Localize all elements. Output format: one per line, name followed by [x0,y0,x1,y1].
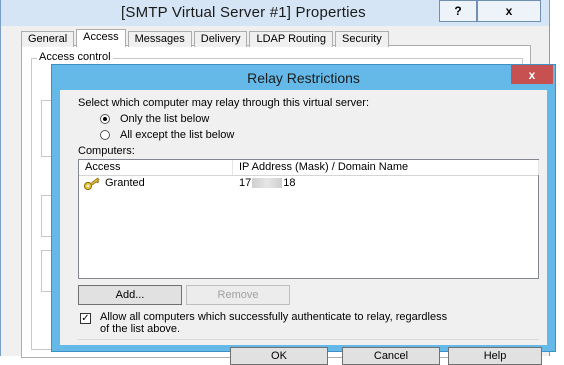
help-button[interactable]: Help [448,347,542,365]
remove-button[interactable]: Remove [186,285,290,305]
tab-messages[interactable]: Messages [127,31,192,47]
tab-security[interactable]: Security [335,31,389,47]
list-header: Access IP Address (Mask) / Domain Name [79,160,539,176]
radio-all-except[interactable] [100,130,110,140]
ok-button[interactable]: OK [230,347,328,365]
radio-except-label[interactable]: All except the list below [120,129,234,141]
close-icon: x [528,67,536,82]
dialog-title: Relay Restrictions [247,70,360,86]
column-header-ip[interactable]: IP Address (Mask) / Domain Name [233,160,539,175]
ip-suffix: 18 [283,177,296,189]
allow-auth-label-line2[interactable]: of the list above. [100,323,180,335]
tab-general[interactable]: General [21,31,75,47]
computers-label: Computers: [78,145,135,157]
parent-help-button[interactable]: ? [439,0,477,22]
tab-delivery[interactable]: Delivery [193,31,248,47]
add-button-label: Add... [115,289,145,301]
relay-prompt: Select which computer may relay through … [78,97,370,109]
row-ip-value: 17 18 [239,177,296,189]
help-button-label: Help [483,350,507,362]
cancel-button[interactable]: Cancel [342,347,440,365]
check-icon: ✓ [81,313,90,324]
ip-prefix: 17 [239,177,252,189]
parent-window-title: [SMTP Virtual Server #1] Properties [121,4,366,21]
radio-only-label[interactable]: Only the list below [120,113,209,125]
dialog-titlebar[interactable]: Relay Restrictions x [52,65,555,90]
help-icon: ? [454,4,462,18]
radio-only-list[interactable] [100,114,110,124]
relay-restrictions-dialog: Relay Restrictions x Select which comput… [51,64,556,365]
close-icon: x [505,4,513,18]
parent-close-button[interactable]: x [477,0,541,22]
redacted-ip-segment [252,178,283,189]
remove-button-label: Remove [217,289,259,301]
separator [78,339,539,340]
allow-auth-label-line1[interactable]: Allow all computers which successfully a… [100,311,545,323]
cancel-button-label: Cancel [373,350,409,362]
parent-titlebar[interactable]: [SMTP Virtual Server #1] Properties ? x [1,0,549,26]
column-header-access[interactable]: Access [79,160,233,175]
properties-tabs: General Access Messages Delivery LDAP Ro… [21,29,391,47]
ok-button-label: OK [271,350,287,362]
tab-access[interactable]: Access [76,29,126,47]
row-access-value: Granted [105,177,145,189]
dialog-close-button[interactable]: x [511,65,553,84]
tab-ldap-routing[interactable]: LDAP Routing [249,31,333,47]
key-icon [83,177,100,191]
list-item[interactable]: Granted 17 18 [79,176,538,191]
computers-list[interactable]: Access IP Address (Mask) / Domain Name G… [78,159,539,279]
add-button[interactable]: Add... [78,285,182,305]
access-control-label: Access control [37,51,113,63]
dialog-client-area: Select which computer may relay through … [60,90,547,365]
allow-auth-checkbox[interactable]: ✓ [80,313,91,324]
